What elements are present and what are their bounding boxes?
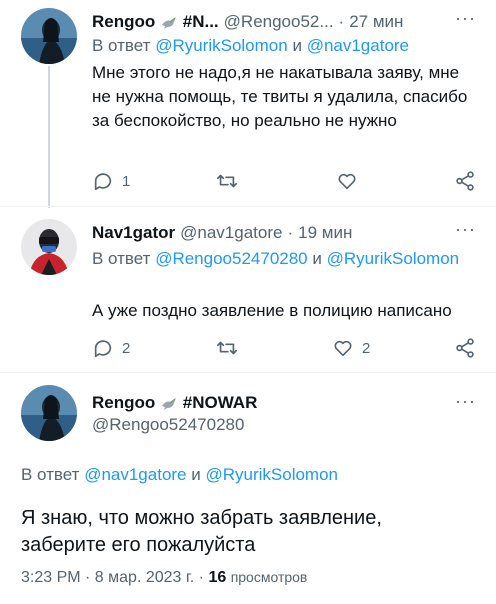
mention-link[interactable]: @RyurikSolomon	[155, 36, 288, 55]
replying-to: В ответ @RyurikSolomon и @nav1gatore	[92, 36, 410, 55]
more-options-icon[interactable]: ···	[455, 391, 476, 412]
user-handle[interactable]: @nav1gatore	[180, 223, 282, 243]
dove-icon	[162, 16, 177, 29]
views-count: 16	[208, 569, 227, 586]
heart-icon	[338, 173, 356, 190]
reply-button[interactable]: 2	[92, 337, 130, 359]
replying-to: В ответ @nav1gatore и @RyurikSolomon	[21, 465, 339, 484]
separator-dot: ·	[338, 12, 345, 31]
avatar-image	[21, 8, 77, 64]
mention-link[interactable]: @RyurikSolomon	[205, 465, 338, 484]
tweet-reply-1[interactable]: Rengoo #N... @Rengoo52... · 27 мин ··· В…	[0, 0, 496, 210]
display-name[interactable]: Nav1gator	[92, 223, 175, 243]
tweet-actions: 1	[92, 170, 474, 194]
more-options-icon[interactable]: ···	[455, 219, 476, 240]
focused-tweet[interactable]: Rengoo #NOWAR @Rengoo52470280 ··· В отве…	[0, 373, 496, 604]
avatar-image	[21, 219, 77, 275]
avatar-nav1gator[interactable]	[21, 219, 77, 275]
avatar-rengoo[interactable]	[21, 8, 77, 64]
retweet-button[interactable]	[216, 170, 246, 192]
tweet-text: Мне этого не надо,я не накатывала заяву,…	[92, 63, 468, 130]
tweet-text: Я знаю, что можно забрать заявление, заб…	[21, 507, 382, 556]
tweet-text: А уже поздно заявление в полицию написан…	[92, 301, 452, 320]
more-options-icon[interactable]: ···	[455, 8, 476, 29]
retweet-button[interactable]	[216, 337, 246, 359]
user-handle[interactable]: @Rengoo52470280	[92, 415, 244, 435]
share-button[interactable]	[454, 337, 476, 359]
display-name[interactable]: Rengoo #NOWAR	[92, 393, 257, 413]
like-button[interactable]	[336, 170, 366, 192]
separator-dot: ·	[287, 223, 294, 242]
tweet-header: Nav1gator @nav1gatore · 19 мин	[92, 221, 352, 245]
mention-link[interactable]: @nav1gatore	[307, 36, 409, 55]
heart-icon	[334, 340, 352, 357]
avatar-rengoo[interactable]	[21, 385, 77, 441]
tweet-header: Rengoo #NOWAR	[92, 391, 257, 415]
views-label: просмотров	[230, 569, 308, 585]
tweet-time[interactable]: 19 мин	[298, 223, 352, 243]
like-button[interactable]: 2	[332, 337, 370, 359]
avatar-image	[21, 385, 77, 441]
reply-count: 1	[122, 172, 131, 190]
user-handle[interactable]: @Rengoo52...	[224, 12, 334, 32]
mention-link[interactable]: @Rengoo52470280	[155, 249, 307, 268]
retweet-icon	[217, 174, 237, 188]
share-icon	[456, 171, 474, 191]
dove-icon	[162, 397, 177, 410]
speech-bubble-icon	[94, 173, 112, 191]
tweet-actions: 2 2	[92, 337, 474, 361]
tweet-time[interactable]: 27 мин	[349, 12, 403, 32]
speech-bubble-icon	[94, 340, 112, 358]
reply-count: 2	[122, 339, 131, 357]
share-icon	[456, 338, 474, 358]
display-name[interactable]: Rengoo #N...	[92, 12, 219, 32]
mention-link[interactable]: @nav1gatore	[84, 465, 186, 484]
mention-link[interactable]: @RyurikSolomon	[327, 249, 460, 268]
tweet-header: Rengoo #N... @Rengoo52... · 27 мин	[92, 10, 403, 34]
reply-button[interactable]: 1	[92, 170, 130, 192]
like-count: 2	[362, 339, 371, 357]
tweet-reply-2[interactable]: Nav1gator @nav1gatore · 19 мин ··· В отв…	[0, 207, 496, 367]
tweet-meta: 3:23 PM · 8 мар. 2023 г. · 16 просмотров	[21, 569, 307, 587]
share-button[interactable]	[454, 170, 476, 192]
replying-to: В ответ @Rengoo52470280 и @RyurikSolomon	[92, 249, 460, 268]
retweet-icon	[217, 341, 237, 355]
tweet-timestamp[interactable]: 3:23 PM · 8 мар. 2023 г. ·	[21, 569, 204, 586]
